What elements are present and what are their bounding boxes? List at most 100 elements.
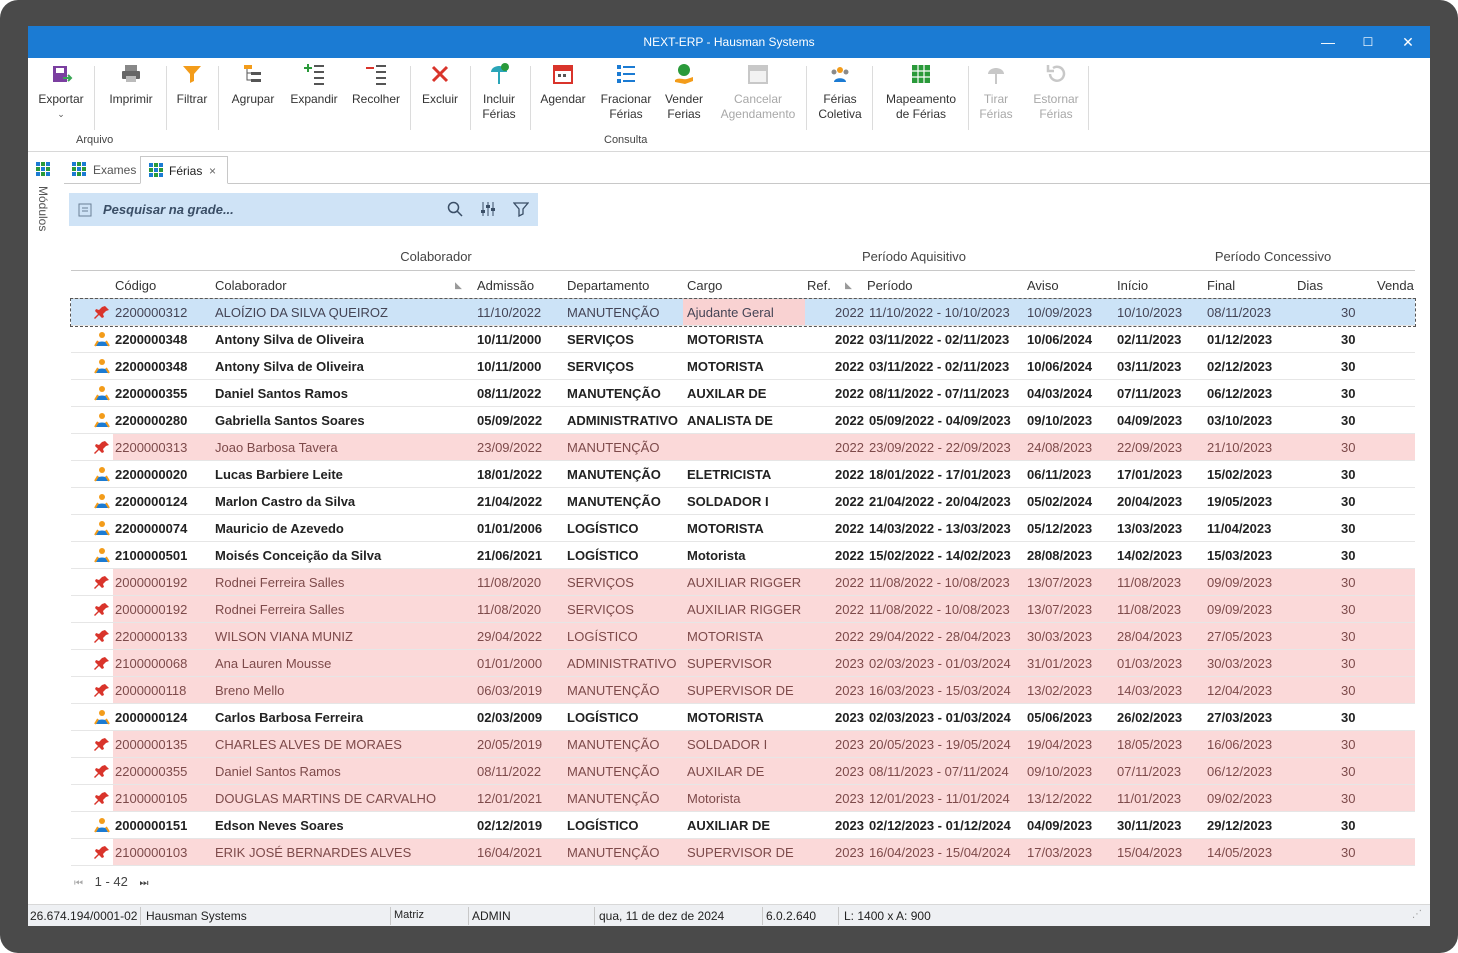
fracionar-ferias-label-2: Férias	[609, 107, 643, 121]
column-settings-icon[interactable]	[480, 201, 496, 217]
cell-aviso: 28/08/2023	[1027, 548, 1093, 563]
resize-grip-icon[interactable]: ⋰	[1412, 909, 1422, 920]
exportar-button[interactable]: Exportar ⌄	[36, 62, 86, 122]
col-codigo[interactable]: Código	[115, 278, 156, 293]
ribbon-separator	[1088, 66, 1089, 130]
vender-ferias-button[interactable]: Vender Ferias	[662, 62, 706, 122]
agendar-button[interactable]: Agendar	[538, 62, 588, 107]
cancelar-agendamento-label-2: Agendamento	[720, 107, 796, 121]
cell-periodo: 16/04/2023 - 15/04/2024	[869, 845, 1011, 860]
ribbon-separator	[806, 66, 807, 130]
cell-aviso: 06/11/2023	[1027, 467, 1092, 482]
cell-ref: 2023	[835, 710, 864, 725]
table-row[interactable]: 2200000020 Lucas Barbiere Leite 18/01/2022…	[71, 461, 1415, 488]
close-button[interactable]: ✕	[1388, 26, 1428, 58]
table-row[interactable]: 2200000355 Daniel Santos Ramos 08/11/2022 M…	[71, 380, 1415, 407]
table-row[interactable]: 2200000355 Daniel Santos Ramos 08/11/2022 M…	[71, 758, 1415, 785]
col-periodo[interactable]: Período	[867, 278, 913, 293]
cell-dias: 30	[1341, 521, 1356, 536]
table-row[interactable]: 2100000068 Ana Lauren Mousse 01/01/2000 ADM…	[71, 650, 1415, 677]
cell-inicio: 18/05/2023	[1117, 737, 1183, 752]
cell-departamento: ADMINISTRATIVO	[567, 413, 678, 428]
table-row[interactable]: 2200000312 ALOÍZIO DA SILVA QUEIROZ 11/10/…	[70, 298, 1416, 327]
cell-admissao: 23/09/2022	[477, 440, 543, 455]
table-row[interactable]: 2200000133 WILSON VIANA MUNIZ 29/04/2022 LO…	[71, 623, 1415, 650]
col-aviso[interactable]: Aviso	[1027, 278, 1059, 293]
cancelar-agendamento-label-1: Cancelar	[733, 92, 783, 106]
cell-periodo: 14/03/2022 - 13/03/2023	[869, 521, 1011, 536]
table-row[interactable]: 2000000118 Breno Mello 06/03/2019 MANUTENÇÃ…	[71, 677, 1415, 704]
agrupar-button[interactable]: Agrupar	[226, 62, 280, 107]
table-row[interactable]: 2000000192 Rodnei Ferreira Salles 11/08/20…	[71, 569, 1415, 596]
tirar-ferias-button[interactable]: Tirar Férias	[974, 62, 1018, 122]
pin-icon	[94, 738, 109, 751]
fracionar-ferias-button[interactable]: Fracionar Férias	[598, 62, 654, 122]
table-row[interactable]: 2100000501 Moisés Conceição da Silva 21/06…	[71, 542, 1415, 569]
table-row[interactable]: 2000000192 Rodnei Ferreira Salles 11/08/20…	[71, 596, 1415, 623]
cell-dias: 30	[1341, 602, 1356, 617]
sort-asc-icon: ◣	[455, 280, 462, 290]
col-dias[interactable]: Dias	[1297, 278, 1323, 293]
recolher-button[interactable]: Recolher	[350, 62, 402, 107]
cell-ref: 2022	[835, 413, 864, 428]
ferias-coletiva-button[interactable]: Férias Coletiva	[816, 62, 864, 122]
cell-cargo: MOTORISTA	[687, 710, 764, 725]
table-row[interactable]: 2000000135 CHARLES ALVES DE MORAES 20/05/2…	[71, 731, 1415, 758]
filter-icon[interactable]	[513, 201, 529, 217]
table-row[interactable]: 2100000105 DOUGLAS MARTINS DE CARVALHO 12/…	[71, 785, 1415, 812]
first-page-icon[interactable]: ⏮	[74, 878, 83, 889]
search-input[interactable]: Pesquisar na grade...	[103, 202, 234, 217]
cell-aviso: 17/03/2023	[1027, 845, 1093, 860]
cell-dias: 30	[1341, 656, 1356, 671]
expandir-label: Expandir	[290, 92, 338, 106]
cell-final: 15/03/2023	[1207, 548, 1273, 563]
table-row[interactable]: 2200000348 Antony Silva de Oliveira 10/11/…	[71, 353, 1415, 380]
col-cargo[interactable]: Cargo	[687, 278, 722, 293]
ribbon-separator	[968, 66, 969, 130]
col-colaborador[interactable]: Colaborador	[215, 278, 287, 293]
imprimir-button[interactable]: Imprimir	[104, 62, 158, 107]
expandir-button[interactable]: Expandir	[286, 62, 342, 107]
table-row[interactable]: 2200000280 Gabriella Santos Soares 05/09/2…	[71, 407, 1415, 434]
modules-sidebar[interactable]: Módulos	[28, 156, 58, 906]
table-row[interactable]: 2000000124 Carlos Barbosa Ferreira 02/03/2…	[71, 704, 1415, 731]
table-row[interactable]: 2200000074 Mauricio de Azevedo 01/01/2006 L…	[71, 515, 1415, 542]
tab-exames[interactable]: Exames	[72, 156, 142, 184]
grid-search[interactable]: Pesquisar na grade...	[69, 193, 538, 226]
minimize-button[interactable]: —	[1308, 26, 1348, 58]
exportar-label: Exportar	[38, 92, 84, 106]
col-ref[interactable]: Ref.	[807, 278, 831, 293]
cell-periodo: 02/12/2023 - 01/12/2024	[869, 818, 1011, 833]
table-row[interactable]: 2200000348 Antony Silva de Oliveira 10/11/…	[71, 326, 1415, 353]
mapeamento-ferias-label-2: de Férias	[895, 107, 947, 121]
cell-final: 14/05/2023	[1207, 845, 1273, 860]
group-arquivo-label: Arquivo	[76, 134, 114, 146]
col-departamento[interactable]: Departamento	[567, 278, 649, 293]
estornar-ferias-button[interactable]: Estornar Férias	[1030, 62, 1082, 122]
person-vacation-icon	[94, 818, 110, 833]
tab-ferias[interactable]: Férias ×	[140, 156, 228, 184]
ribbon-separator	[166, 66, 167, 130]
table-row[interactable]: 2200000124 Marlon Castro da Silva 21/04/20…	[71, 488, 1415, 515]
col-admissao[interactable]: Admissão	[477, 278, 534, 293]
col-venda[interactable]: Venda	[1377, 278, 1414, 293]
cell-dias: 30	[1341, 710, 1356, 725]
search-icon[interactable]	[447, 201, 463, 217]
last-page-icon[interactable]: ⏭	[140, 878, 149, 889]
table-row[interactable]: 2200000313 Joao Barbosa Tavera 23/09/2022 M…	[71, 434, 1415, 461]
col-inicio[interactable]: Início	[1117, 278, 1148, 293]
cell-final: 11/04/2023	[1207, 521, 1272, 536]
maximize-button[interactable]: ☐	[1348, 26, 1388, 58]
pin-icon	[94, 684, 109, 697]
table-row[interactable]: 2100000103 ERIK JOSÉ BERNARDES ALVES 16/04…	[71, 839, 1415, 866]
cell-cargo: MOTORISTA	[687, 521, 764, 536]
incluir-ferias-button[interactable]: Incluir Férias	[478, 62, 520, 122]
col-final[interactable]: Final	[1207, 278, 1235, 293]
mapeamento-ferias-button[interactable]: Mapeamento de Férias	[880, 62, 962, 122]
table-row[interactable]: 2000000151 Edson Neves Soares 02/12/2019 LO…	[71, 812, 1415, 839]
tab-close-icon[interactable]: ×	[209, 164, 216, 178]
excluir-button[interactable]: Excluir	[418, 62, 462, 107]
cancelar-agendamento-button[interactable]: Cancelar Agendamento	[716, 62, 800, 122]
cell-ref: 2022	[835, 359, 864, 374]
filtrar-button[interactable]: Filtrar	[174, 62, 210, 107]
